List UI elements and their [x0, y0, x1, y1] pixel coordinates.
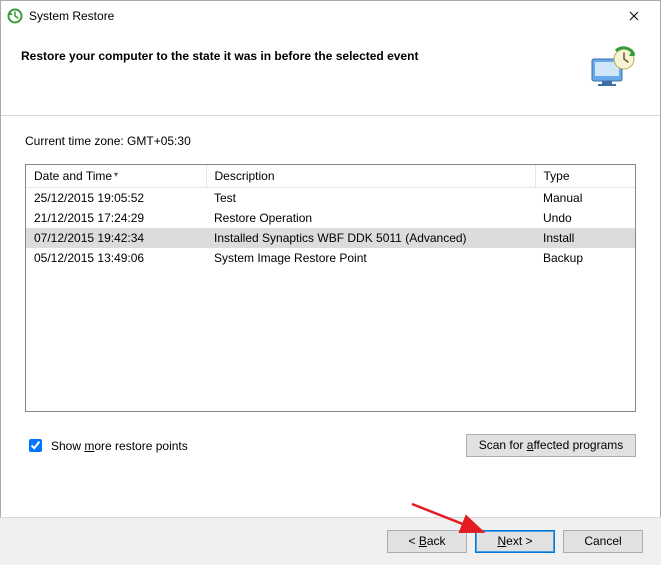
table-cell-description: System Image Restore Point [206, 248, 535, 268]
footer-buttons: < Back Next > Cancel [0, 517, 661, 565]
table-row[interactable]: 21/12/2015 17:24:29Restore OperationUndo [26, 208, 635, 228]
table-row[interactable]: 25/12/2015 19:05:52TestManual [26, 188, 635, 209]
table-cell-type: Install [535, 228, 635, 248]
table-cell-datetime: 05/12/2015 13:49:06 [26, 248, 206, 268]
column-header-type[interactable]: Type [535, 165, 635, 188]
table-cell-description: Installed Synaptics WBF DDK 5011 (Advanc… [206, 228, 535, 248]
scan-affected-button[interactable]: Scan for affected programs [466, 434, 636, 457]
show-more-checkbox-input[interactable] [29, 439, 42, 452]
window-title: System Restore [29, 9, 614, 23]
column-header-description[interactable]: Description [206, 165, 535, 188]
show-more-checkbox[interactable]: Show more restore points [25, 436, 188, 455]
system-restore-icon [7, 8, 23, 24]
page-headline: Restore your computer to the state it wa… [21, 45, 588, 63]
table-cell-description: Restore Operation [206, 208, 535, 228]
content-area: Current time zone: GMT+05:30 Date and Ti… [1, 116, 660, 457]
close-button[interactable] [614, 2, 654, 30]
column-header-datetime[interactable]: Date and Time ▾ [26, 165, 206, 188]
table-row[interactable]: 05/12/2015 13:49:06System Image Restore … [26, 248, 635, 268]
show-more-label: Show more restore points [51, 439, 188, 453]
table-cell-type: Undo [535, 208, 635, 228]
column-header-datetime-label: Date and Time [34, 169, 112, 183]
table-row[interactable]: 07/12/2015 19:42:34Installed Synaptics W… [26, 228, 635, 248]
restore-points-table[interactable]: Date and Time ▾ Description Type 25/12/2… [25, 164, 636, 412]
titlebar: System Restore [1, 1, 660, 31]
table-cell-datetime: 07/12/2015 19:42:34 [26, 228, 206, 248]
table-cell-datetime: 25/12/2015 19:05:52 [26, 188, 206, 209]
table-cell-datetime: 21/12/2015 17:24:29 [26, 208, 206, 228]
back-button[interactable]: < Back [387, 530, 467, 553]
table-cell-type: Manual [535, 188, 635, 209]
header: Restore your computer to the state it wa… [1, 31, 660, 116]
sort-indicator-icon: ▾ [114, 170, 118, 179]
next-button[interactable]: Next > [475, 530, 555, 553]
timezone-label: Current time zone: GMT+05:30 [25, 134, 636, 148]
restore-hero-icon [588, 45, 636, 93]
table-cell-description: Test [206, 188, 535, 209]
table-cell-type: Backup [535, 248, 635, 268]
cancel-button[interactable]: Cancel [563, 530, 643, 553]
